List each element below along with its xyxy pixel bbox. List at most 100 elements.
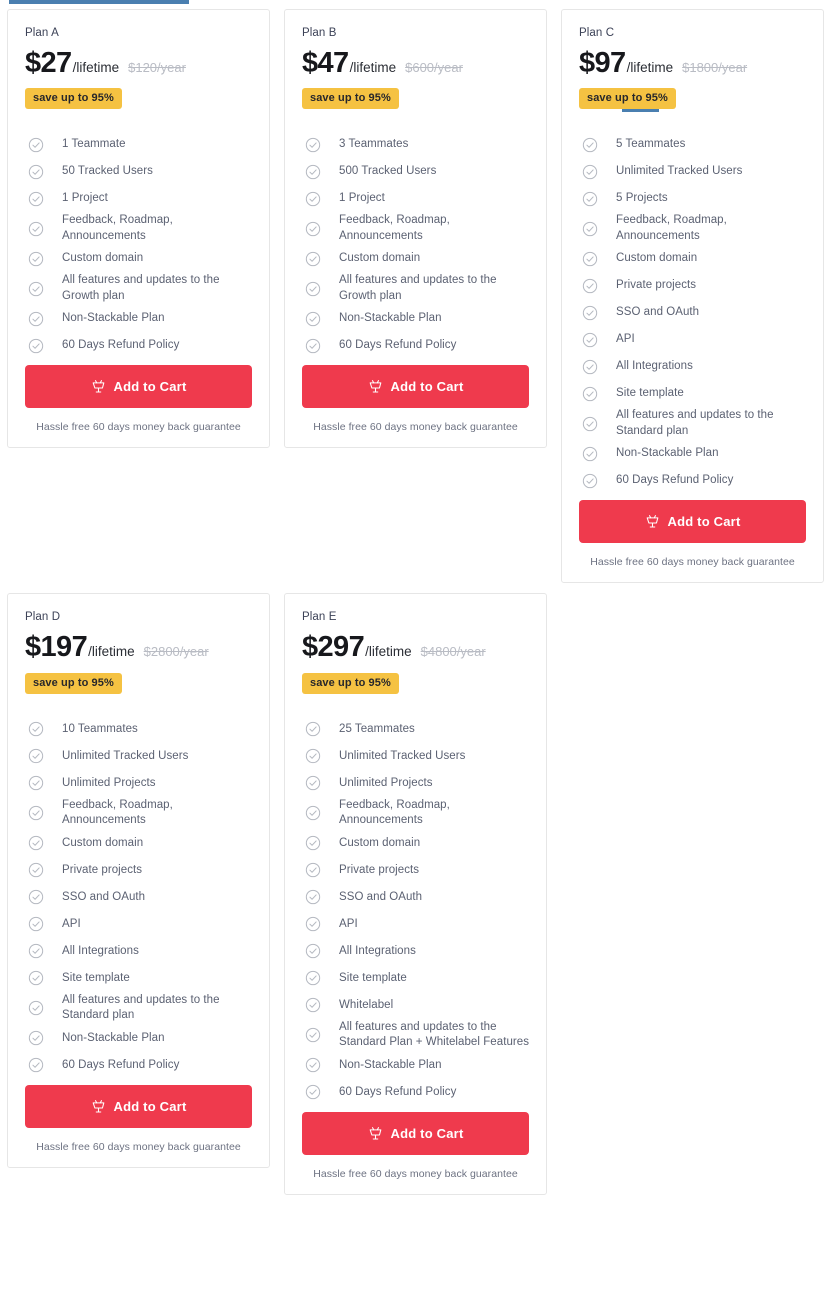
- plan-feature-item: Non-Stackable Plan: [579, 440, 806, 467]
- check-circle-icon: [305, 749, 321, 764]
- plan-feature-label: Non-Stackable Plan: [62, 312, 165, 325]
- plan-old-price: $4800/year: [420, 644, 486, 660]
- check-circle-icon: [28, 890, 44, 905]
- plan-price-row: $27/lifetime $120/year: [25, 48, 252, 79]
- plan-feature-label: Unlimited Tracked Users: [616, 165, 743, 178]
- plan-feature-label: SSO and OAuth: [62, 890, 146, 903]
- plan-feature-label: 60 Days Refund Policy: [62, 339, 180, 352]
- plan-feature-label: Custom domain: [616, 252, 698, 265]
- plan-feature-item: Feedback, Roadmap, Announcements: [25, 212, 252, 245]
- check-circle-icon: [28, 137, 44, 153]
- check-circle-icon: [305, 722, 321, 737]
- plan-feature-item: Custom domain: [25, 830, 252, 857]
- add-to-cart-button[interactable]: Add to Cart: [302, 1111, 529, 1155]
- plan-feature-item: 10 Teammates: [25, 716, 252, 743]
- plan-feature-label: All features and updates to the Standard…: [339, 1020, 530, 1049]
- plan-name: Plan B: [302, 27, 337, 39]
- plan-feature-item: Private projects: [25, 857, 252, 884]
- plan-feature-item: 60 Days Refund Policy: [25, 1052, 252, 1079]
- plan-old-price: $2800/year: [143, 644, 209, 660]
- money-back-guarantee-text: Hassle free 60 days money back guarantee: [313, 421, 518, 434]
- plan-feature-item: All features and updates to the Standard…: [579, 407, 806, 440]
- save-badge: save up to 95%: [25, 88, 122, 110]
- plan-feature-item: All Integrations: [579, 353, 806, 380]
- plan-feature-label: Non-Stackable Plan: [339, 1058, 442, 1071]
- plan-feature-item: 5 Projects: [579, 185, 806, 212]
- plan-feature-label: API: [616, 333, 635, 346]
- plan-feature-item: Private projects: [579, 272, 806, 299]
- plan-feature-label: Site template: [62, 971, 130, 984]
- plan-feature-item: 500 Tracked Users: [302, 158, 529, 185]
- check-circle-icon: [305, 311, 321, 327]
- plan-price-period: /lifetime: [72, 60, 120, 75]
- plan-feature-label: Custom domain: [62, 836, 144, 849]
- plan-feature-item: Non-Stackable Plan: [25, 305, 252, 332]
- plan-feature-item: Unlimited Projects: [25, 770, 252, 797]
- money-back-guarantee-text: Hassle free 60 days money back guarantee: [590, 556, 795, 569]
- check-circle-icon: [305, 281, 321, 297]
- check-circle-icon: [28, 806, 44, 821]
- check-circle-icon: [582, 137, 598, 153]
- plan-feature-label: Feedback, Roadmap, Announcements: [339, 214, 450, 242]
- plan-name: Plan A: [25, 27, 59, 39]
- save-badge: save up to 95%: [302, 88, 399, 110]
- plan-feature-label: Non-Stackable Plan: [62, 1031, 165, 1044]
- add-to-cart-button[interactable]: Add to Cart: [25, 1084, 252, 1128]
- plan-card-plan-b: Plan B $47/lifetime $600/year save up to 95…: [284, 9, 547, 449]
- check-circle-icon: [28, 722, 44, 737]
- check-circle-icon: [28, 1001, 44, 1016]
- plan-feature-item: 60 Days Refund Policy: [302, 1079, 529, 1106]
- plan-price-row: $47/lifetime $600/year: [302, 47, 529, 79]
- plan-feature-label: All Integrations: [616, 360, 693, 373]
- plan-name: Plan D: [25, 611, 61, 624]
- plan-feature-label: All Integrations: [62, 944, 139, 957]
- plan-feature-label: Feedback, Roadmap, Announcements: [339, 798, 450, 827]
- plan-feature-label: 5 Projects: [616, 192, 668, 205]
- plan-price-amount: $47: [302, 47, 349, 79]
- shopping-cart-icon: [92, 1099, 104, 1113]
- plan-column: Plan D $197/lifetime $2800/year save up to …: [0, 588, 277, 1172]
- plan-feature-item: SSO and OAuth: [302, 884, 529, 911]
- plan-feature-label: Feedback, Roadmap, Announcements: [616, 214, 727, 242]
- add-to-cart-button[interactable]: Add to Cart: [579, 500, 806, 544]
- save-badge-wrapper: save up to 95%: [25, 672, 122, 694]
- plan-column: Plan B $47/lifetime $600/year save up to 95…: [277, 4, 554, 453]
- check-circle-icon: [305, 1085, 321, 1100]
- add-to-cart-button[interactable]: Add to Cart: [25, 365, 252, 409]
- plan-feature-item: Feedback, Roadmap, Announcements: [25, 797, 252, 830]
- check-circle-icon: [582, 386, 598, 402]
- plan-feature-list: 1 Teammate 50 Tracked Users 1 Project Feedb…: [25, 131, 252, 359]
- plan-feature-item: 60 Days Refund Policy: [25, 332, 252, 359]
- plan-feature-label: SSO and OAuth: [339, 890, 423, 903]
- plan-feature-item: Feedback, Roadmap, Announcements: [579, 212, 806, 245]
- check-circle-icon: [305, 806, 321, 821]
- plan-feature-item: Feedback, Roadmap, Announcements: [302, 797, 529, 830]
- plan-feature-item: All features and updates to the Standard…: [25, 992, 252, 1025]
- plan-feature-item: Non-Stackable Plan: [25, 1025, 252, 1052]
- check-circle-icon: [305, 998, 321, 1013]
- plan-feature-item: Unlimited Projects: [302, 770, 529, 797]
- pricing-plan-grid: Plan A $27/lifetime $120/year save up to 95…: [0, 4, 831, 1200]
- check-circle-icon: [582, 305, 598, 321]
- check-circle-icon: [28, 311, 44, 327]
- add-to-cart-button[interactable]: Add to Cart: [302, 365, 529, 409]
- check-circle-icon: [305, 917, 321, 932]
- plan-feature-label: 10 Teammates: [62, 722, 138, 735]
- check-circle-icon: [28, 338, 44, 354]
- check-circle-icon: [28, 944, 44, 959]
- plan-feature-item: Custom domain: [302, 830, 529, 857]
- check-circle-icon: [305, 191, 321, 207]
- plan-feature-label: 3 Teammates: [339, 138, 409, 151]
- check-circle-icon: [28, 863, 44, 878]
- plan-feature-item: All features and updates to the Standard…: [302, 1019, 529, 1052]
- plan-feature-item: API: [579, 326, 806, 353]
- plan-feature-label: Site template: [616, 387, 684, 400]
- plan-feature-label: Private projects: [339, 863, 420, 876]
- check-circle-icon: [582, 473, 598, 489]
- plan-column: Plan C $97/lifetime $1800/year save up to 9…: [554, 4, 831, 588]
- check-circle-icon: [28, 221, 44, 237]
- plan-feature-item: 3 Teammates: [302, 131, 529, 158]
- plan-name: Plan C: [579, 27, 615, 39]
- plan-feature-label: All features and updates to the Growth p…: [62, 274, 220, 302]
- check-circle-icon: [28, 1031, 44, 1046]
